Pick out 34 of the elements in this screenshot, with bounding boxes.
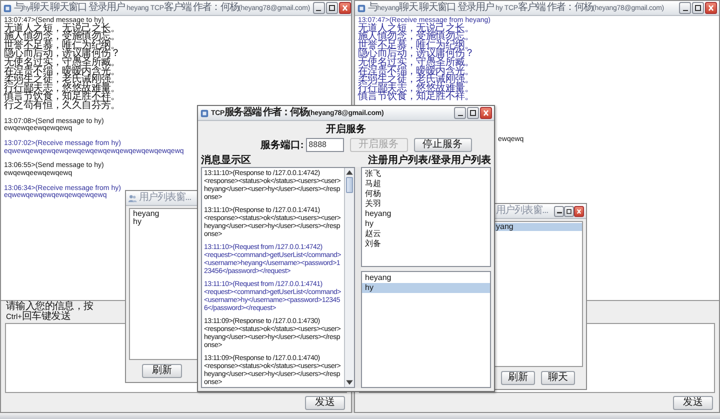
message-text: 世誉不足慕，唯仁为纪纲。 (4, 42, 120, 50)
user-list-item[interactable]: 赵云 (362, 229, 490, 239)
user-list-item[interactable]: hy (130, 218, 197, 226)
user-list-item[interactable]: heyang (362, 273, 490, 283)
message-text: 无道人之短，无说己之长。 (358, 24, 474, 34)
user-list-item[interactable]: hy (362, 219, 490, 229)
message-text: 行行鄙夫志，悠悠故难量。 (358, 84, 474, 94)
user-list-item[interactable]: yang (495, 223, 582, 231)
user-list-item[interactable]: 马超 (362, 179, 490, 189)
message-text: 行行鄙夫志，悠悠故难量。 (4, 84, 120, 94)
stop-service-button[interactable]: 停止服务 (414, 138, 472, 152)
log-label: 消息显示区 (201, 154, 251, 167)
window-title: 用户列表窗... (496, 205, 548, 217)
send-button[interactable]: 发送 (305, 396, 345, 410)
section-title: 开启服务 (326, 122, 366, 136)
user-list-item[interactable]: 张飞 (362, 169, 490, 179)
user-list-item[interactable]: 关羽 (362, 199, 490, 209)
port-label: 服务端口: (260, 138, 304, 152)
user-list-item[interactable]: 刘备 (362, 239, 490, 249)
refresh-button[interactable]: 刷新 (142, 364, 182, 378)
user-list-item[interactable]: heyang (362, 209, 490, 219)
user-list-item[interactable]: 何杨 (362, 189, 490, 199)
user-list-item[interactable]: hy (362, 283, 490, 293)
chat-button[interactable]: 聊天 (541, 371, 575, 385)
user-lists-label: 注册用户列表/登录用户列表 (368, 153, 491, 167)
refresh-button[interactable]: 刷新 (501, 371, 535, 385)
send-button[interactable]: 发送 (673, 396, 713, 410)
message-text: 行之苟有恒，久久自芬芳。 (4, 102, 120, 111)
user-list-item[interactable]: heyang (130, 210, 197, 218)
port-field[interactable]: 8888 (306, 138, 344, 152)
message-text: 世誉不足慕，唯仁为纪纲。 (358, 42, 474, 50)
message-text: 慎言节饮食，知足胜不祥。 (358, 93, 474, 102)
message-text: 无道人之短，无说己之长。 (4, 24, 120, 34)
window-title: 用户列表窗... (139, 192, 191, 204)
